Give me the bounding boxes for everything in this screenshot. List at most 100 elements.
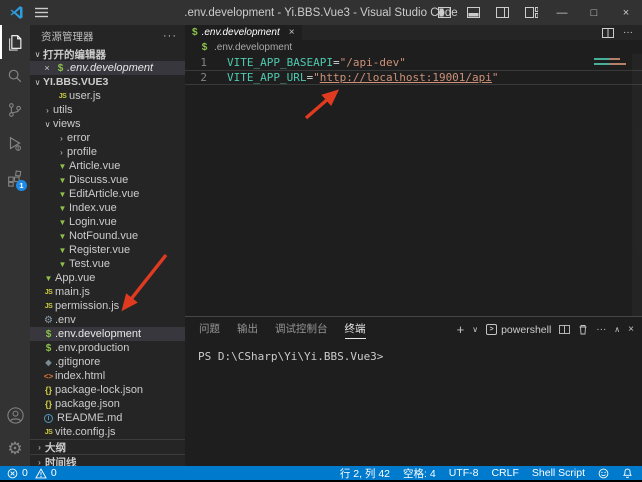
menu-icon[interactable] <box>35 7 48 18</box>
activity-bar: 1 ⚙ <box>0 25 30 466</box>
tree-folder[interactable]: ∨views <box>30 117 185 131</box>
terminal-prompt: PS D:\CSharp\Yi\Yi.BBS.Vue3> <box>198 350 383 363</box>
toggle-secondary-sidebar-icon[interactable] <box>488 0 517 25</box>
tab-close-icon[interactable]: × <box>289 27 295 38</box>
panel-more-actions-icon[interactable]: ··· <box>596 324 606 335</box>
extensions-badge: 1 <box>16 180 27 191</box>
chevron-down-icon: ∨ <box>32 50 43 59</box>
outline-section-header[interactable]: › 大纲 <box>30 439 185 454</box>
views-more-actions-icon[interactable]: ··· <box>163 30 177 42</box>
new-terminal-icon[interactable]: + <box>457 322 465 337</box>
maximize-panel-icon[interactable]: ∧ <box>614 325 620 334</box>
tree-file[interactable]: JSpermission.js <box>30 299 185 313</box>
panel-tab-terminal[interactable]: 终端 <box>345 321 366 339</box>
url-link[interactable]: http://localhost:19001/api <box>320 71 492 84</box>
panel-tab-output[interactable]: 输出 <box>237 321 258 339</box>
customize-layout-icon[interactable] <box>517 0 546 25</box>
tree-file[interactable]: ▼App.vue <box>30 271 185 285</box>
project-root-header[interactable]: ∨ YI.BBS.VUE3 <box>30 75 185 89</box>
item-label: .env <box>55 314 76 326</box>
tree-folder[interactable]: ›profile <box>30 145 185 159</box>
tree-file[interactable]: <>index.html <box>30 369 185 383</box>
item-label: package.json <box>55 398 120 410</box>
kill-terminal-icon[interactable] <box>578 324 588 335</box>
tree-folder[interactable]: ›utils <box>30 103 185 117</box>
tree-file[interactable]: ◆.gitignore <box>30 355 185 369</box>
split-editor-icon[interactable] <box>602 28 614 38</box>
vue-file-icon: ▼ <box>56 204 69 213</box>
tab-env-development[interactable]: $ .env.development × <box>185 25 302 40</box>
close-editor-icon[interactable]: × <box>42 63 52 73</box>
file-tree: JSuser.js›utils∨views›error›profile▼Arti… <box>30 89 185 439</box>
code-editor[interactable]: 1VITE_APP_BASEAPI="/api-dev"2VITE_APP_UR… <box>185 54 642 316</box>
run-debug-icon[interactable] <box>0 127 30 161</box>
explorer-icon[interactable] <box>0 25 30 59</box>
extensions-icon[interactable]: 1 <box>0 161 30 195</box>
tree-file[interactable]: ▼Discuss.vue <box>30 173 185 187</box>
tree-file[interactable]: ▼Register.vue <box>30 243 185 257</box>
item-label: utils <box>53 104 73 116</box>
breadcrumb[interactable]: $ .env.development <box>185 40 642 54</box>
launch-profile-chevron-icon[interactable]: ∨ <box>472 325 478 334</box>
feedback-smiley-icon[interactable] <box>598 468 609 479</box>
tree-file[interactable]: ▼NotFound.vue <box>30 229 185 243</box>
tree-file[interactable]: JSmain.js <box>30 285 185 299</box>
tree-file[interactable]: ▼Index.vue <box>30 201 185 215</box>
search-icon[interactable] <box>0 59 30 93</box>
minimize-button[interactable]: — <box>546 0 578 25</box>
close-button[interactable]: × <box>610 0 642 25</box>
status-encoding[interactable]: UTF-8 <box>449 467 479 479</box>
toggle-panel-icon[interactable] <box>459 0 488 25</box>
tree-file[interactable]: ▼Test.vue <box>30 257 185 271</box>
problems-status[interactable]: 0 0 <box>7 467 57 479</box>
code-text: VITE_APP_URL="http://localhost:19001/api… <box>227 71 499 85</box>
tree-file[interactable]: JSuser.js <box>30 89 185 103</box>
shell-file-icon: $ <box>192 27 198 38</box>
panel-tab-debug-console[interactable]: 调试控制台 <box>275 321 328 339</box>
tree-file[interactable]: ⚙.env <box>30 313 185 327</box>
split-terminal-icon[interactable] <box>559 325 570 334</box>
tree-file[interactable]: {}package.json <box>30 397 185 411</box>
shell-file-icon: $ <box>42 343 55 354</box>
line-number: 1 <box>185 56 207 70</box>
code-line-1[interactable]: 1VITE_APP_BASEAPI="/api-dev" <box>185 56 642 70</box>
editor-more-actions-icon[interactable]: ··· <box>623 27 633 38</box>
item-label: .env.development <box>67 62 153 74</box>
item-label: profile <box>67 146 97 158</box>
close-panel-icon[interactable]: × <box>628 324 634 335</box>
account-icon[interactable] <box>0 398 30 432</box>
status-cursor-position[interactable]: 行 2, 列 42 <box>340 466 390 481</box>
maximize-button[interactable]: □ <box>578 0 610 25</box>
toggle-primary-sidebar-icon[interactable] <box>430 0 459 25</box>
notifications-bell-icon[interactable] <box>622 468 633 479</box>
tree-file[interactable]: ▼Article.vue <box>30 159 185 173</box>
open-editors-header[interactable]: ∨ 打开的编辑器 <box>30 47 185 61</box>
settings-gear-icon[interactable]: ⚙ <box>0 432 30 466</box>
tree-folder[interactable]: ›error <box>30 131 185 145</box>
open-editor-item[interactable]: ×$.env.development <box>30 61 185 75</box>
tree-file[interactable]: JSvite.config.js <box>30 425 185 439</box>
code-line-2[interactable]: 2VITE_APP_URL="http://localhost:19001/ap… <box>185 70 642 86</box>
tree-file[interactable]: ▼Login.vue <box>30 215 185 229</box>
breadcrumb-item[interactable]: .env.development <box>214 42 292 53</box>
shell-file-icon: $ <box>42 329 55 340</box>
editor-scrollbar[interactable] <box>632 54 642 316</box>
item-label: error <box>67 132 90 144</box>
status-language-mode[interactable]: Shell Script <box>532 467 585 479</box>
powershell-icon: > <box>486 324 497 335</box>
tree-file[interactable]: $.env.production <box>30 341 185 355</box>
tree-file[interactable]: iREADME.md <box>30 411 185 425</box>
minimap[interactable] <box>594 58 628 68</box>
tree-file[interactable]: {}package-lock.json <box>30 383 185 397</box>
tree-file[interactable]: ▼EditArticle.vue <box>30 187 185 201</box>
source-control-icon[interactable] <box>0 93 30 127</box>
terminal[interactable]: PS D:\CSharp\Yi\Yi.BBS.Vue3> <box>185 342 642 466</box>
terminal-selector[interactable]: > powershell <box>486 324 551 336</box>
status-eol[interactable]: CRLF <box>491 467 518 479</box>
panel-tab-problems[interactable]: 问题 <box>199 321 220 339</box>
warning-count: 0 <box>51 467 57 479</box>
item-label: Register.vue <box>69 244 130 256</box>
timeline-section-header[interactable]: › 时间线 <box>30 454 185 466</box>
tree-file[interactable]: $.env.development <box>30 327 185 341</box>
status-indentation[interactable]: 空格: 4 <box>403 466 436 481</box>
